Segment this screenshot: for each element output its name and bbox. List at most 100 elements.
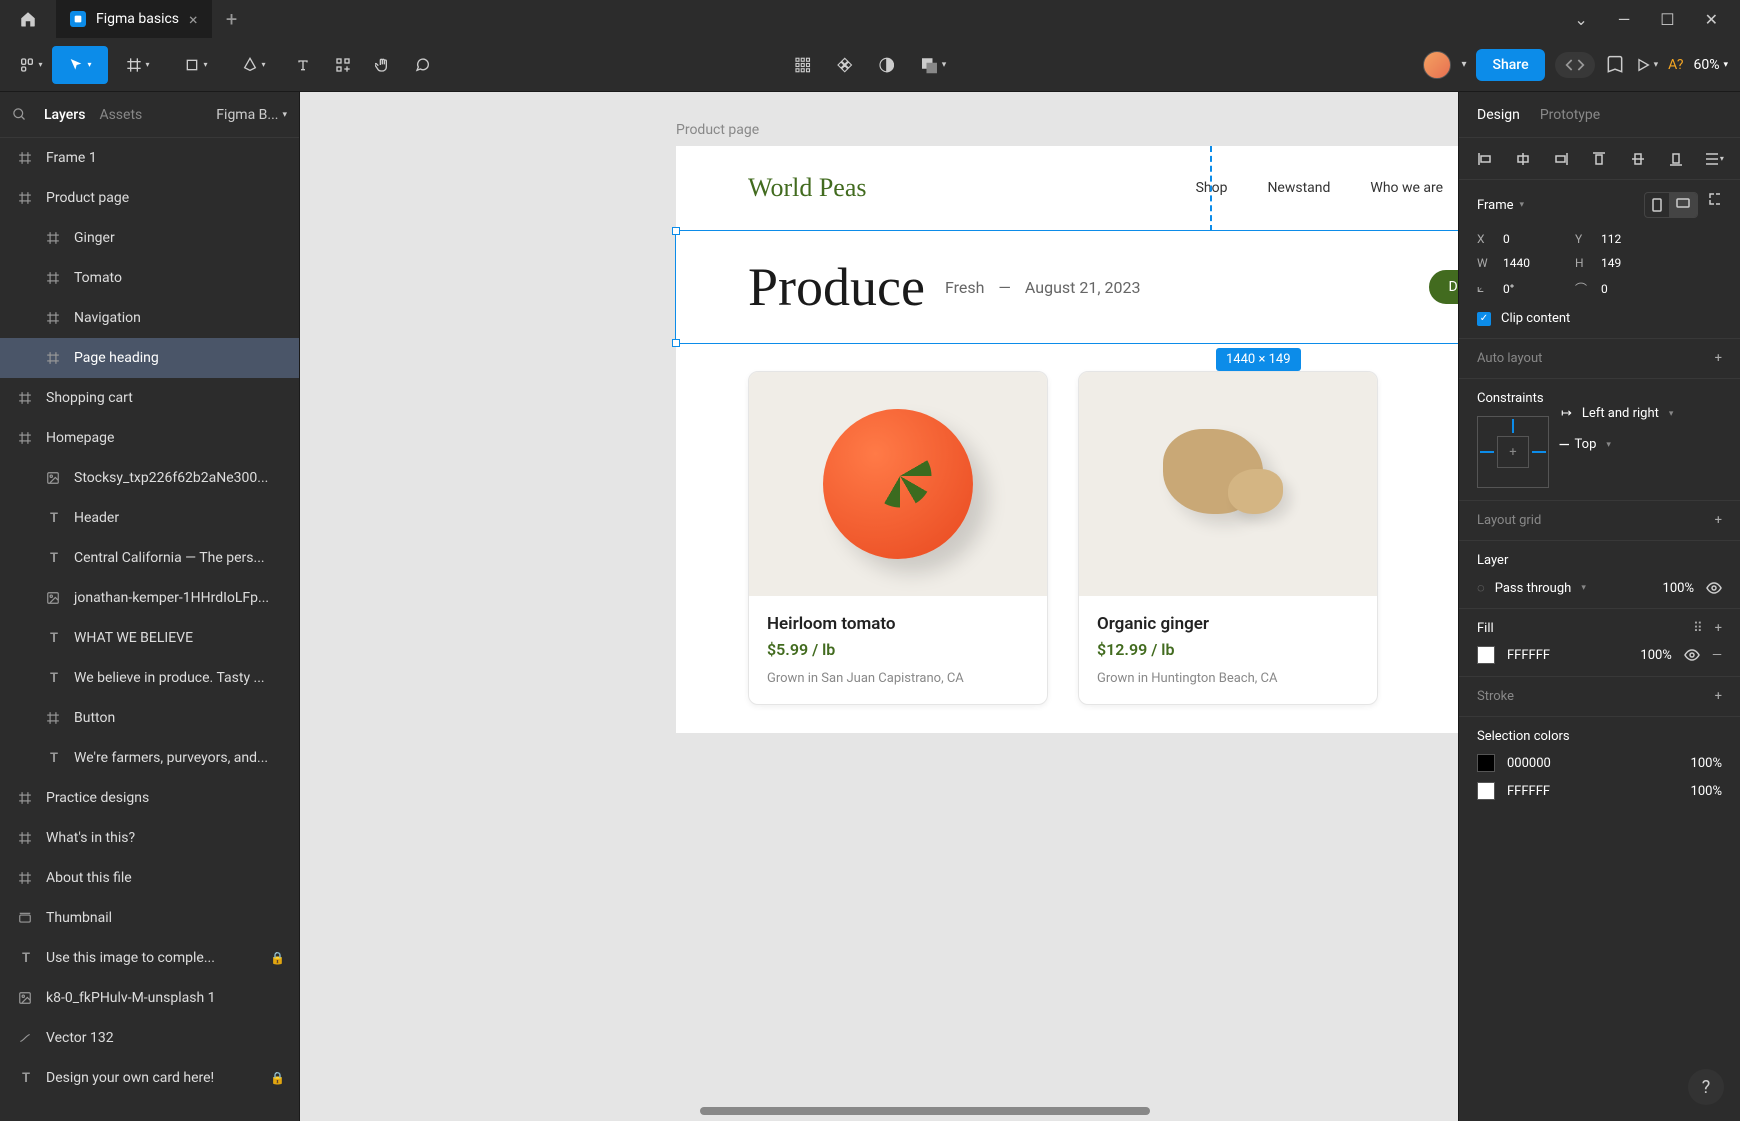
lock-icon[interactable]: 🔒 xyxy=(270,951,285,965)
align-center-v-icon[interactable] xyxy=(1628,149,1648,169)
rotation-value[interactable]: 0° xyxy=(1503,282,1563,296)
layer-row[interactable]: Homepage xyxy=(0,418,299,458)
layer-row[interactable]: k8-0_fkPHulv-M-unsplash 1 xyxy=(0,978,299,1018)
sel-color-swatch[interactable] xyxy=(1477,754,1495,772)
layer-row[interactable]: Shopping cart xyxy=(0,378,299,418)
layout-grid-icon[interactable] xyxy=(794,56,812,74)
layer-opacity[interactable]: 100% xyxy=(1663,581,1694,596)
sel-color-hex[interactable]: 000000 xyxy=(1507,756,1551,771)
fill-hex[interactable]: FFFFFF xyxy=(1507,648,1550,663)
horizontal-scrollbar[interactable] xyxy=(300,1107,1458,1117)
constraint-v[interactable]: ITop▾ xyxy=(1561,437,1673,452)
frame-tool[interactable]: ▾ xyxy=(110,46,166,84)
zoom-level[interactable]: 60%▾ xyxy=(1693,57,1728,73)
w-value[interactable]: 1440 xyxy=(1503,256,1563,270)
layer-row[interactable]: Frame 1 xyxy=(0,138,299,178)
comment-tool[interactable] xyxy=(404,46,442,84)
frame-label[interactable]: Product page xyxy=(676,122,759,138)
layer-row[interactable]: TWHAT WE BELIEVE xyxy=(0,618,299,658)
layer-row[interactable]: jonathan-kemper-1HHrdIoLFp... xyxy=(0,578,299,618)
new-tab-button[interactable]: + xyxy=(212,7,252,31)
layer-row[interactable]: What's in this? xyxy=(0,818,299,858)
sel-color-hex[interactable]: FFFFFF xyxy=(1507,784,1550,799)
design-tab[interactable]: Design xyxy=(1477,107,1520,123)
sel-color-swatch[interactable] xyxy=(1477,782,1495,800)
canvas[interactable]: Product page World Peas Shop Newstand Wh… xyxy=(300,92,1458,1121)
layer-row[interactable]: TUse this image to comple...🔒 xyxy=(0,938,299,978)
layer-row[interactable]: TWe're farmers, purveyors, and... xyxy=(0,738,299,778)
add-fill[interactable]: + xyxy=(1715,621,1722,636)
close-tab-button[interactable]: × xyxy=(189,10,198,29)
maximize-button[interactable]: ☐ xyxy=(1660,10,1674,29)
chevron-down-icon[interactable]: ⌄ xyxy=(1574,10,1587,29)
radius-value[interactable]: 0 xyxy=(1601,282,1661,296)
close-window-button[interactable]: ✕ xyxy=(1705,10,1718,29)
layer-row[interactable]: Page heading xyxy=(0,338,299,378)
align-top-icon[interactable] xyxy=(1589,149,1609,169)
fit-icon[interactable] xyxy=(1708,192,1722,218)
layer-row[interactable]: Tomato xyxy=(0,258,299,298)
clip-checkbox[interactable]: ✓ xyxy=(1477,312,1491,326)
menu-button[interactable]: ▾ xyxy=(12,46,50,84)
layer-row[interactable]: THeader xyxy=(0,498,299,538)
add-grid[interactable]: + xyxy=(1715,513,1722,528)
layer-row[interactable]: Stocksy_txp226f62b2aNe300... xyxy=(0,458,299,498)
remove-fill[interactable]: — xyxy=(1712,648,1722,663)
lock-icon[interactable]: 🔒 xyxy=(270,1071,285,1085)
align-center-h-icon[interactable] xyxy=(1513,149,1533,169)
distribute-icon[interactable]: ▾ xyxy=(1704,149,1724,169)
nav-item[interactable]: Who we are xyxy=(1370,180,1443,196)
help-button[interactable]: ? xyxy=(1688,1069,1724,1105)
present-button[interactable]: ▾ xyxy=(1635,57,1659,73)
layers-tab[interactable]: Layers xyxy=(44,107,85,123)
layer-row[interactable]: TDesign your own card here!🔒 xyxy=(0,1058,299,1098)
layer-row[interactable]: TCentral California — The pers... xyxy=(0,538,299,578)
align-left-icon[interactable] xyxy=(1475,149,1495,169)
layer-row[interactable]: Thumbnail xyxy=(0,898,299,938)
move-tool[interactable]: ▾ xyxy=(52,46,108,84)
add-stroke[interactable]: + xyxy=(1715,689,1722,704)
hand-tool[interactable] xyxy=(364,46,402,84)
home-button[interactable] xyxy=(0,0,56,38)
style-icon[interactable]: ⠿ xyxy=(1693,621,1703,636)
layer-row[interactable]: Ginger xyxy=(0,218,299,258)
component-icon[interactable] xyxy=(836,56,854,74)
dev-mode-button[interactable] xyxy=(1555,52,1595,78)
layer-row[interactable]: Vector 132 xyxy=(0,1018,299,1058)
frame-type[interactable]: Frame xyxy=(1477,198,1514,213)
x-value[interactable]: 0 xyxy=(1503,232,1563,246)
layer-row[interactable]: Practice designs xyxy=(0,778,299,818)
layer-row[interactable]: Navigation xyxy=(0,298,299,338)
layer-row[interactable]: About this file xyxy=(0,858,299,898)
shape-tool[interactable]: ▾ xyxy=(168,46,224,84)
sel-color-op[interactable]: 100% xyxy=(1691,784,1722,799)
nav-item[interactable]: Newstand xyxy=(1267,180,1330,196)
orientation-toggle[interactable] xyxy=(1644,192,1698,218)
pen-tool[interactable]: ▾ xyxy=(226,46,282,84)
mask-icon[interactable] xyxy=(878,56,896,74)
blend-mode[interactable]: Pass through xyxy=(1495,581,1572,596)
visibility-icon[interactable] xyxy=(1706,580,1722,596)
minimize-button[interactable]: — xyxy=(1618,10,1631,29)
constraint-h[interactable]: ↦Left and right▾ xyxy=(1561,406,1673,421)
resources-tool[interactable] xyxy=(324,46,362,84)
assets-tab[interactable]: Assets xyxy=(99,107,142,123)
prototype-tab[interactable]: Prototype xyxy=(1540,107,1600,123)
add-autolayout[interactable]: + xyxy=(1715,351,1722,366)
chevron-down-icon[interactable]: ▾ xyxy=(1461,59,1466,70)
missing-fonts[interactable]: A? xyxy=(1668,57,1683,73)
text-tool[interactable] xyxy=(284,46,322,84)
avatar[interactable] xyxy=(1423,51,1451,79)
align-bottom-icon[interactable] xyxy=(1666,149,1686,169)
layer-row[interactable]: Button xyxy=(0,698,299,738)
visibility-icon[interactable] xyxy=(1684,647,1700,663)
layer-row[interactable]: TWe believe in produce. Tasty ... xyxy=(0,658,299,698)
boolean-icon[interactable]: ▾ xyxy=(920,56,947,74)
search-icon[interactable] xyxy=(12,107,30,122)
sel-color-op[interactable]: 100% xyxy=(1691,756,1722,771)
constraints-widget[interactable]: + xyxy=(1477,416,1549,488)
filter-pill-default[interactable]: Default xyxy=(1429,270,1458,304)
library-icon[interactable] xyxy=(1605,55,1625,75)
page-selector[interactable]: Figma B...▾ xyxy=(216,107,287,123)
fill-opacity[interactable]: 100% xyxy=(1640,648,1671,663)
